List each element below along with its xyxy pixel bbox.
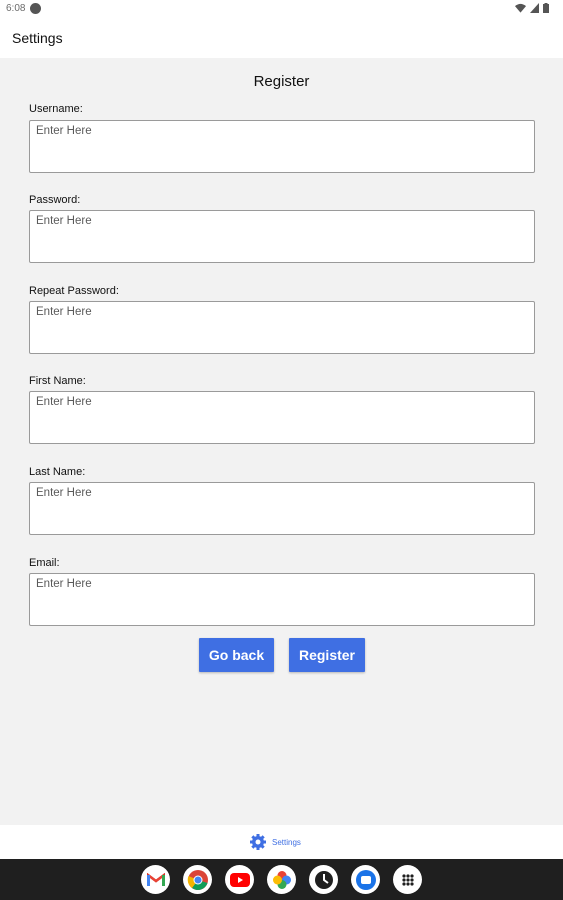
youtube-icon[interactable] — [225, 865, 254, 894]
status-time: 6:08 — [6, 3, 26, 14]
bottom-navigation: Settings — [0, 825, 563, 859]
email-label: Email: — [29, 557, 60, 569]
first-name-field[interactable]: Enter Here — [29, 391, 535, 444]
wifi-icon — [515, 3, 526, 13]
gmail-icon[interactable] — [141, 865, 170, 894]
photos-icon[interactable] — [267, 865, 296, 894]
username-placeholder: Enter Here — [36, 125, 92, 137]
last-name-placeholder: Enter Here — [36, 487, 92, 499]
clock-icon[interactable] — [309, 865, 338, 894]
last-name-field[interactable]: Enter Here — [29, 482, 535, 535]
nav-settings-label: Settings — [272, 837, 301, 847]
nav-item-settings[interactable]: Settings — [250, 834, 301, 850]
repeat-password-field[interactable]: Enter Here — [29, 301, 535, 354]
signal-icon — [530, 3, 539, 13]
app-bar: Settings — [0, 18, 563, 58]
status-bar: 6:08 — [0, 0, 563, 18]
gear-icon — [250, 834, 266, 850]
password-placeholder: Enter Here — [36, 215, 92, 227]
email-placeholder: Enter Here — [36, 578, 92, 590]
register-button[interactable]: Register — [289, 638, 365, 672]
app-drawer-icon[interactable] — [393, 865, 422, 894]
password-field[interactable]: Enter Here — [29, 210, 535, 263]
messages-icon[interactable] — [351, 865, 380, 894]
first-name-placeholder: Enter Here — [36, 396, 92, 408]
system-dock — [0, 859, 563, 900]
email-field[interactable]: Enter Here — [29, 573, 535, 626]
go-back-button[interactable]: Go back — [199, 638, 274, 672]
app-bar-title: Settings — [12, 30, 63, 46]
last-name-label: Last Name: — [29, 466, 86, 478]
battery-icon — [543, 3, 549, 13]
status-indicators — [515, 3, 549, 13]
password-label: Password: — [29, 194, 81, 206]
username-field[interactable]: Enter Here — [29, 120, 535, 173]
username-label: Username: — [29, 103, 83, 115]
form-title: Register — [253, 73, 310, 90]
repeat-password-placeholder: Enter Here — [36, 306, 92, 318]
chrome-icon[interactable] — [183, 865, 212, 894]
notification-app-icon — [30, 3, 41, 14]
repeat-password-label: Repeat Password: — [29, 285, 119, 297]
first-name-label: First Name: — [29, 375, 86, 387]
